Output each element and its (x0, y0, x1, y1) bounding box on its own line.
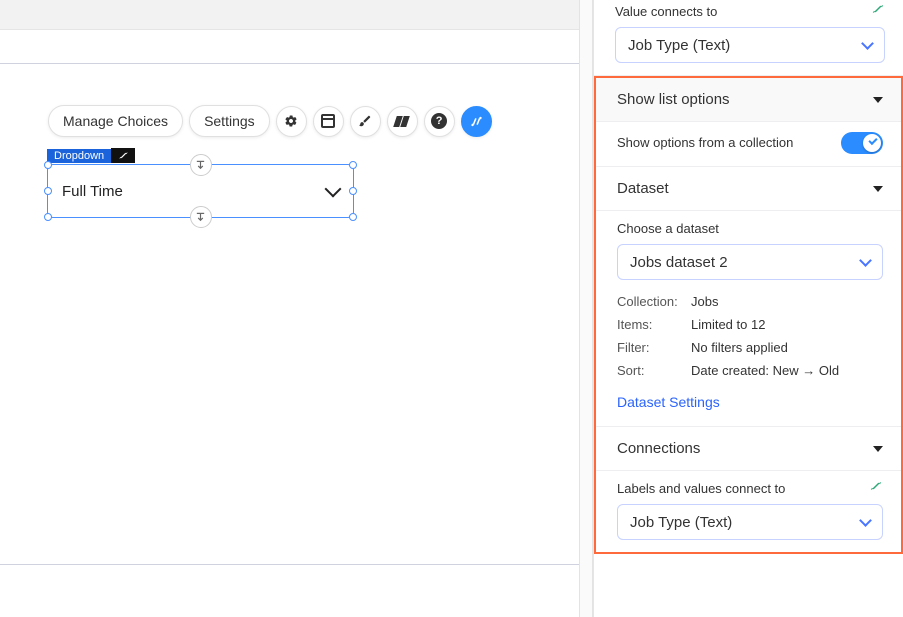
element-connected-icon[interactable] (111, 148, 135, 163)
manage-choices-button[interactable]: Manage Choices (48, 105, 183, 137)
gear-icon[interactable] (276, 106, 307, 137)
show-from-collection-row: Show options from a collection (596, 122, 901, 167)
choose-dataset-label: Choose a dataset (617, 221, 883, 236)
collection-key: Collection: (617, 294, 691, 309)
items-value: Limited to 12 (691, 317, 883, 332)
stage-border-top (0, 63, 579, 75)
filter-key: Filter: (617, 340, 691, 355)
section-title: Dataset (617, 180, 669, 197)
show-from-collection-toggle[interactable] (841, 132, 883, 154)
design-icon[interactable] (350, 106, 381, 137)
top-bar (0, 0, 579, 30)
collapse-triangle-icon (873, 446, 883, 452)
toggle-label: Show options from a collection (617, 134, 793, 152)
connections-body: Labels and values connect to Job Type (T… (596, 471, 901, 552)
section-title: Connections (617, 440, 700, 457)
dataset-settings-link[interactable]: Dataset Settings (617, 394, 720, 410)
properties-panel: Value connects to Job Type (Text) Show l… (593, 0, 903, 617)
dropdown-value: Full Time (62, 183, 123, 200)
dropdown-element[interactable]: Full Time (47, 164, 354, 218)
filter-value: No filters applied (691, 340, 883, 355)
select-value: Job Type (Text) (628, 37, 730, 54)
connections-header[interactable]: Connections (596, 427, 901, 471)
dataset-select[interactable]: Jobs dataset 2 (617, 244, 883, 280)
connected-indicator-icon (869, 479, 883, 493)
show-list-options-header[interactable]: Show list options (596, 78, 901, 122)
element-toolbar: Manage Choices Settings ? (48, 105, 492, 137)
resize-handle[interactable] (349, 187, 357, 195)
chevron-down-icon (325, 181, 342, 198)
canvas: Manage Choices Settings ? Dropdown (0, 0, 579, 617)
layout-icon[interactable] (313, 106, 344, 137)
collapse-triangle-icon (873, 97, 883, 103)
resize-handle[interactable] (44, 213, 52, 221)
connect-data-icon[interactable] (461, 106, 492, 137)
resize-handle[interactable] (44, 187, 52, 195)
chevron-down-icon (859, 254, 872, 267)
collection-value: Jobs (691, 294, 883, 309)
highlighted-region: Show list options Show options from a co… (594, 76, 903, 554)
dataset-body: Choose a dataset Jobs dataset 2 Collecti… (596, 211, 901, 427)
resize-handle[interactable] (349, 161, 357, 169)
help-icon[interactable]: ? (424, 106, 455, 137)
sort-key: Sort: (617, 363, 691, 378)
stage-border-bottom (0, 564, 579, 576)
chevron-down-icon (861, 37, 874, 50)
select-value: Job Type (Text) (630, 514, 732, 531)
dataset-meta: Collection: Jobs Items: Limited to 12 Fi… (617, 294, 883, 378)
spacing-indicator-top[interactable] (190, 154, 212, 176)
sort-value: Date created: New → Old (691, 363, 883, 378)
collapse-triangle-icon (873, 186, 883, 192)
labels-values-label: Labels and values connect to (617, 481, 883, 496)
section-title: Show list options (617, 91, 730, 108)
element-type-label: Dropdown (47, 149, 111, 163)
resize-handle[interactable] (44, 161, 52, 169)
labels-values-select[interactable]: Job Type (Text) (617, 504, 883, 540)
settings-button[interactable]: Settings (189, 105, 270, 137)
chevron-down-icon (859, 514, 872, 527)
resize-handle[interactable] (349, 213, 357, 221)
value-connects-section: Value connects to Job Type (Text) (594, 0, 903, 76)
items-key: Items: (617, 317, 691, 332)
dataset-header[interactable]: Dataset (596, 167, 901, 211)
element-tag: Dropdown (47, 148, 135, 163)
canvas-scrollbar[interactable] (579, 0, 593, 617)
value-connects-label: Value connects to (615, 4, 885, 19)
value-connects-select[interactable]: Job Type (Text) (615, 27, 885, 63)
select-value: Jobs dataset 2 (630, 254, 728, 271)
spacing-indicator-bottom[interactable] (190, 206, 212, 228)
connected-indicator-icon (871, 2, 885, 16)
animation-icon[interactable] (387, 106, 418, 137)
